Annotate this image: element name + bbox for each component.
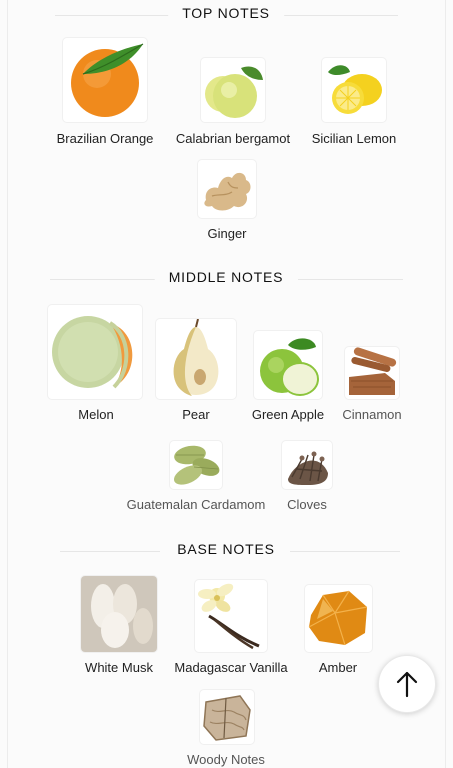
melon-icon (48, 305, 142, 399)
note-name: Melon (78, 407, 114, 422)
vanilla-icon (195, 580, 267, 652)
ginger-icon (198, 160, 256, 218)
bergamot-icon (201, 58, 265, 122)
cardamom-icon (170, 441, 222, 489)
white-musk-icon (81, 576, 157, 652)
base-notes-title: BASE NOTES (163, 539, 289, 559)
note-name: Guatemalan Cardamom (126, 497, 266, 512)
scroll-to-top-button[interactable] (378, 655, 436, 713)
note-name: Brazilian Orange (56, 131, 154, 146)
cinnamon-icon (345, 347, 399, 399)
amber-icon (305, 585, 372, 652)
top-notes-title: TOP NOTES (168, 3, 284, 23)
note-name: Cinnamon (342, 407, 402, 422)
middle-notes-title: MIDDLE NOTES (154, 267, 298, 287)
note-name: Sicilian Lemon (311, 131, 397, 146)
middle-notes-header: MIDDLE NOTES (0, 267, 453, 293)
top-notes-header: TOP NOTES (0, 3, 453, 29)
fragrance-notes-page: TOP NOTES Brazilian Orange Calabrian ber… (0, 0, 453, 768)
pear-icon (156, 319, 236, 399)
lemon-icon (322, 58, 386, 122)
note-name: Madagascar Vanilla (174, 660, 288, 675)
note-name: Calabrian bergamot (175, 131, 291, 146)
note-name: Pear (182, 407, 210, 422)
note-name: Cloves (287, 497, 327, 512)
right-border (445, 0, 446, 768)
note-name: Woody Notes (187, 752, 265, 767)
arrow-up-icon (396, 671, 418, 698)
note-name: Amber (318, 660, 358, 675)
orange-icon (63, 38, 147, 122)
note-name: Ginger (207, 226, 247, 241)
note-name: Green Apple (251, 407, 325, 422)
note-name: White Musk (85, 660, 153, 675)
woody-icon (200, 690, 254, 744)
left-border (7, 0, 8, 768)
cloves-icon (282, 441, 332, 489)
green-apple-icon (254, 331, 322, 399)
base-notes-header: BASE NOTES (0, 539, 453, 565)
